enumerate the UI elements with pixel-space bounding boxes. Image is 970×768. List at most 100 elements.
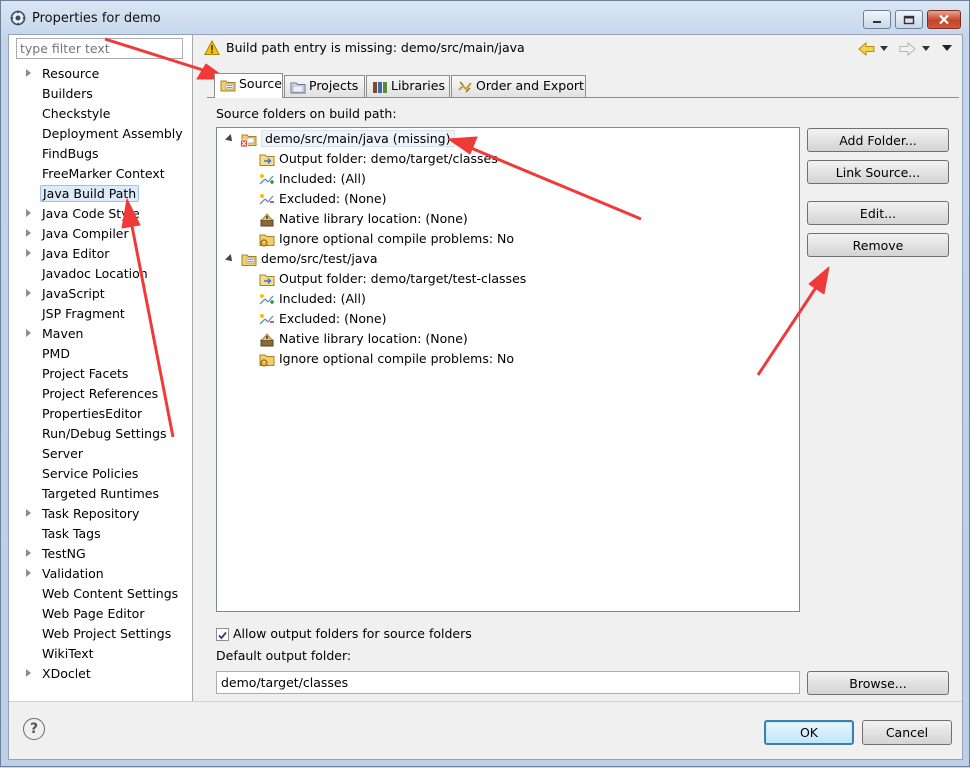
filter-input[interactable] <box>16 38 183 59</box>
expand-arrow-icon[interactable] <box>26 549 31 557</box>
browse-button[interactable]: Browse... <box>807 671 949 695</box>
title-bar[interactable]: Properties for demo <box>1 1 969 35</box>
nav-item-label: WikiText <box>42 646 94 661</box>
nav-item[interactable]: Java Editor <box>9 244 193 264</box>
nav-item[interactable]: Web Project Settings <box>9 624 193 644</box>
expand-arrow-icon[interactable] <box>26 69 31 77</box>
nav-item[interactable]: Checkstyle <box>9 104 193 124</box>
tab-libraries[interactable]: Libraries <box>366 75 450 97</box>
nav-item[interactable]: Validation <box>9 564 193 584</box>
link-source-button[interactable]: Link Source... <box>807 160 949 184</box>
nav-item[interactable]: Java Build Path <box>9 184 193 204</box>
properties-nav-pane: Resource Builders Checkstyle Deployment Ass… <box>9 35 193 701</box>
nav-item-label: JavaScript <box>42 286 105 301</box>
source-attribute-label: Output folder: demo/target/test-classes <box>279 271 527 286</box>
collapse-arrow-icon[interactable] <box>225 134 235 144</box>
exclusion-icon <box>258 191 276 208</box>
nav-item-label: Task Tags <box>42 526 101 541</box>
libraries-icon <box>373 82 387 93</box>
nav-item[interactable]: Java Compiler <box>9 224 193 244</box>
nav-item[interactable]: FindBugs <box>9 144 193 164</box>
nav-item[interactable]: JSP Fragment <box>9 304 193 324</box>
nav-item-label: Maven <box>42 326 84 341</box>
nav-item-label: Project Facets <box>42 366 129 381</box>
properties-window: Properties for demo Resource Builders Chec… <box>0 0 970 767</box>
minimize-button[interactable] <box>863 10 891 29</box>
close-button[interactable] <box>927 10 961 29</box>
nav-item[interactable]: Targeted Runtimes <box>9 484 193 504</box>
expand-arrow-icon[interactable] <box>26 249 31 257</box>
nav-item[interactable]: Project References <box>9 384 193 404</box>
nav-item[interactable]: Task Repository <box>9 504 193 524</box>
expand-arrow-icon[interactable] <box>26 289 31 297</box>
history-navigation <box>858 41 958 57</box>
source-folders-label: Source folders on build path: <box>216 106 397 121</box>
nav-item[interactable]: Javadoc Location <box>9 264 193 284</box>
nav-item[interactable]: Web Page Editor <box>9 604 193 624</box>
tab-order-export[interactable]: Order and Export <box>451 75 586 97</box>
nav-item[interactable]: Service Policies <box>9 464 193 484</box>
nav-item-label: Task Repository <box>42 506 140 521</box>
nav-item[interactable]: Project Facets <box>9 364 193 384</box>
nav-item[interactable]: Builders <box>9 84 193 104</box>
nav-item[interactable]: Resource <box>9 64 193 84</box>
nav-item-label: Java Build Path <box>40 185 140 202</box>
nav-item-label: Service Policies <box>42 466 139 481</box>
nav-item[interactable]: Run/Debug Settings <box>9 424 193 444</box>
source-tab-panel: Source folders on build path: demo/src/m… <box>207 97 959 700</box>
back-dropdown-icon[interactable] <box>880 46 888 52</box>
nav-item[interactable]: Maven <box>9 324 193 344</box>
edit-button[interactable]: Edit... <box>807 201 949 225</box>
inclusion-icon <box>258 291 276 308</box>
tab-source-label: Source <box>239 76 282 91</box>
source-attribute-label: Native library location: (None) <box>279 331 468 346</box>
nav-item[interactable]: FreeMarker Context <box>9 164 193 184</box>
forward-arrow-icon[interactable] <box>898 41 916 57</box>
help-icon[interactable]: ? <box>23 718 45 740</box>
collapse-arrow-icon[interactable] <box>225 254 235 264</box>
forward-dropdown-icon[interactable] <box>922 46 930 52</box>
expand-arrow-icon[interactable] <box>26 669 31 677</box>
back-arrow-icon[interactable] <box>858 41 876 57</box>
source-attribute-label: Ignore optional compile problems: No <box>279 231 515 246</box>
nav-item[interactable]: TestNG <box>9 544 193 564</box>
nav-item[interactable]: PropertiesEditor <box>9 404 193 424</box>
cancel-button[interactable]: Cancel <box>862 720 952 745</box>
source-folders-tree[interactable]: demo/src/main/java (missing) Output folde… <box>216 127 800 612</box>
remove-button[interactable]: Remove <box>807 233 949 257</box>
source-attribute-label: Included: (All) <box>279 171 366 186</box>
expand-arrow-icon[interactable] <box>26 229 31 237</box>
nav-item[interactable]: Deployment Assembly <box>9 124 193 144</box>
nav-item-label: Builders <box>42 86 93 101</box>
nav-item[interactable]: XDoclet <box>9 664 193 684</box>
tab-source[interactable]: Source <box>214 73 283 98</box>
nav-item[interactable]: Server <box>9 444 193 464</box>
nav-item[interactable]: PMD <box>9 344 193 364</box>
ok-button[interactable]: OK <box>764 720 854 745</box>
expand-arrow-icon[interactable] <box>26 569 31 577</box>
tab-projects[interactable]: Projects <box>284 75 365 97</box>
allow-output-folders-checkbox[interactable] <box>216 628 229 641</box>
nav-item[interactable]: Java Code Style <box>9 204 193 224</box>
expand-arrow-icon[interactable] <box>26 509 31 517</box>
dialog-button-bar: ? OK Cancel <box>9 701 962 759</box>
expand-arrow-icon[interactable] <box>26 209 31 217</box>
maximize-button[interactable] <box>895 10 923 29</box>
expand-arrow-icon[interactable] <box>26 329 31 337</box>
nav-item[interactable]: Task Tags <box>9 524 193 544</box>
source-attribute-label: Native library location: (None) <box>279 211 468 226</box>
nav-item-label: JSP Fragment <box>42 306 125 321</box>
nav-item[interactable]: Web Content Settings <box>9 584 193 604</box>
nav-item-label: TestNG <box>42 546 86 561</box>
view-menu-icon[interactable] <box>942 45 952 52</box>
nav-item-label: Checkstyle <box>42 106 111 121</box>
nav-item-label: Javadoc Location <box>42 266 148 281</box>
default-output-folder-field[interactable]: demo/target/classes <box>216 671 800 694</box>
warning-text: Build path entry is missing: demo/src/ma… <box>226 40 525 55</box>
add-folder-button[interactable]: Add Folder... <box>807 128 949 152</box>
nav-item-label: Project References <box>42 386 159 401</box>
eclipse-settings-icon <box>10 10 26 26</box>
nav-item[interactable]: WikiText <box>9 644 193 664</box>
nav-item[interactable]: JavaScript <box>9 284 193 304</box>
nav-item-label: Web Content Settings <box>42 586 179 601</box>
